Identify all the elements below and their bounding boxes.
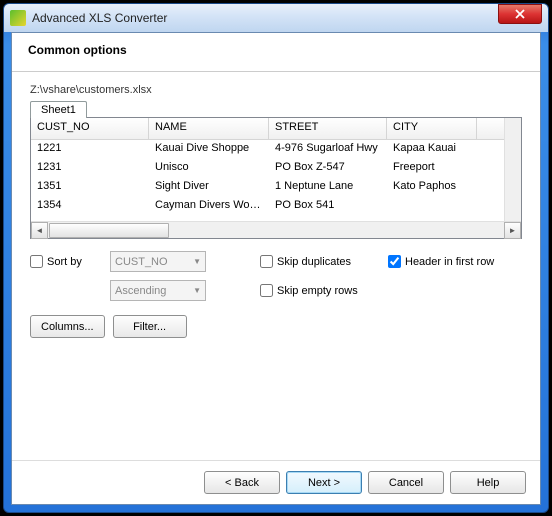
cancel-button[interactable]: Cancel [368,471,444,494]
table-row[interactable]: 1354 Cayman Divers Worl... PO Box 541 [31,197,504,216]
cell: Kauai Dive Shoppe [149,140,269,159]
cell: Kato Paphos [387,178,477,197]
table-row[interactable]: 1221 Kauai Dive Shoppe 4-976 Sugarloaf H… [31,140,504,159]
skip-duplicates-input[interactable] [260,255,273,268]
sort-by-input[interactable] [30,255,43,268]
skip-empty-rows-input[interactable] [260,284,273,297]
sort-order-combo[interactable]: Ascending ▼ [110,280,206,301]
header-first-row-checkbox[interactable]: Header in first row [388,255,494,268]
cell: 1 Neptune Lane [269,178,387,197]
cell: 1231 [31,159,149,178]
cell: 1221 [31,140,149,159]
skip-duplicates-label: Skip duplicates [277,256,351,268]
cell: Unisco [149,159,269,178]
cell: 1354 [31,197,149,216]
cell: PO Box Z-547 [269,159,387,178]
page-header: Common options [12,33,540,72]
grid-body: 1221 Kauai Dive Shoppe 4-976 Sugarloaf H… [31,140,504,221]
cell: Freeport [387,159,477,178]
close-icon [515,9,525,19]
window-title: Advanced XLS Converter [32,11,498,25]
table-row[interactable]: 1231 Unisco PO Box Z-547 Freeport [31,159,504,178]
column-header-city[interactable]: CITY [387,118,477,139]
scroll-right-button[interactable]: ► [504,222,521,239]
filter-button[interactable]: Filter... [113,315,187,338]
skip-duplicates-checkbox[interactable]: Skip duplicates [260,255,388,268]
help-button[interactable]: Help [450,471,526,494]
columns-button[interactable]: Columns... [30,315,105,338]
sheet-tabstrip: Sheet1 [30,100,522,117]
body-section: Z:\vshare\customers.xlsx Sheet1 CUST_NO … [12,72,540,460]
cell: 4-976 Sugarloaf Hwy [269,140,387,159]
cell: Sight Diver [149,178,269,197]
horizontal-scrollbar[interactable]: ◄ ► [31,221,521,238]
cell: Kapaa Kauai [387,140,477,159]
grid-header-row: CUST_NO NAME STREET CITY [31,118,504,140]
tab-sheet1[interactable]: Sheet1 [30,101,87,118]
page-title: Common options [28,43,524,57]
column-header-street[interactable]: STREET [269,118,387,139]
data-grid[interactable]: CUST_NO NAME STREET CITY 1221 Kauai Dive… [30,117,522,239]
chevron-down-icon: ▼ [193,257,201,266]
scroll-track[interactable] [48,222,504,239]
close-button[interactable] [498,4,542,24]
sort-order-value: Ascending [115,285,166,297]
sort-field-combo[interactable]: CUST_NO ▼ [110,251,206,272]
skip-empty-rows-checkbox[interactable]: Skip empty rows [260,284,358,297]
cell: 1351 [31,178,149,197]
app-window: Advanced XLS Converter Common options Z:… [3,3,549,513]
column-header-custno[interactable]: CUST_NO [31,118,149,139]
wizard-footer: < Back Next > Cancel Help [12,460,540,504]
sort-field-value: CUST_NO [115,256,168,268]
vertical-scrollbar[interactable] [504,118,521,221]
scroll-thumb[interactable] [49,223,169,238]
skip-empty-rows-label: Skip empty rows [277,285,358,297]
scroll-left-button[interactable]: ◄ [31,222,48,239]
titlebar[interactable]: Advanced XLS Converter [4,4,548,32]
app-icon [10,10,26,26]
chevron-down-icon: ▼ [193,286,201,295]
header-first-row-label: Header in first row [405,256,494,268]
next-button[interactable]: Next > [286,471,362,494]
client-area: Common options Z:\vshare\customers.xlsx … [11,32,541,505]
back-button[interactable]: < Back [204,471,280,494]
sort-by-label: Sort by [47,256,82,268]
cell: PO Box 541 [269,197,387,216]
file-path-label: Z:\vshare\customers.xlsx [30,84,522,96]
cell: Cayman Divers Worl... [149,197,269,216]
sort-by-checkbox[interactable]: Sort by [30,255,110,268]
cell [387,197,477,216]
table-row[interactable]: 1351 Sight Diver 1 Neptune Lane Kato Pap… [31,178,504,197]
column-header-name[interactable]: NAME [149,118,269,139]
header-first-row-input[interactable] [388,255,401,268]
